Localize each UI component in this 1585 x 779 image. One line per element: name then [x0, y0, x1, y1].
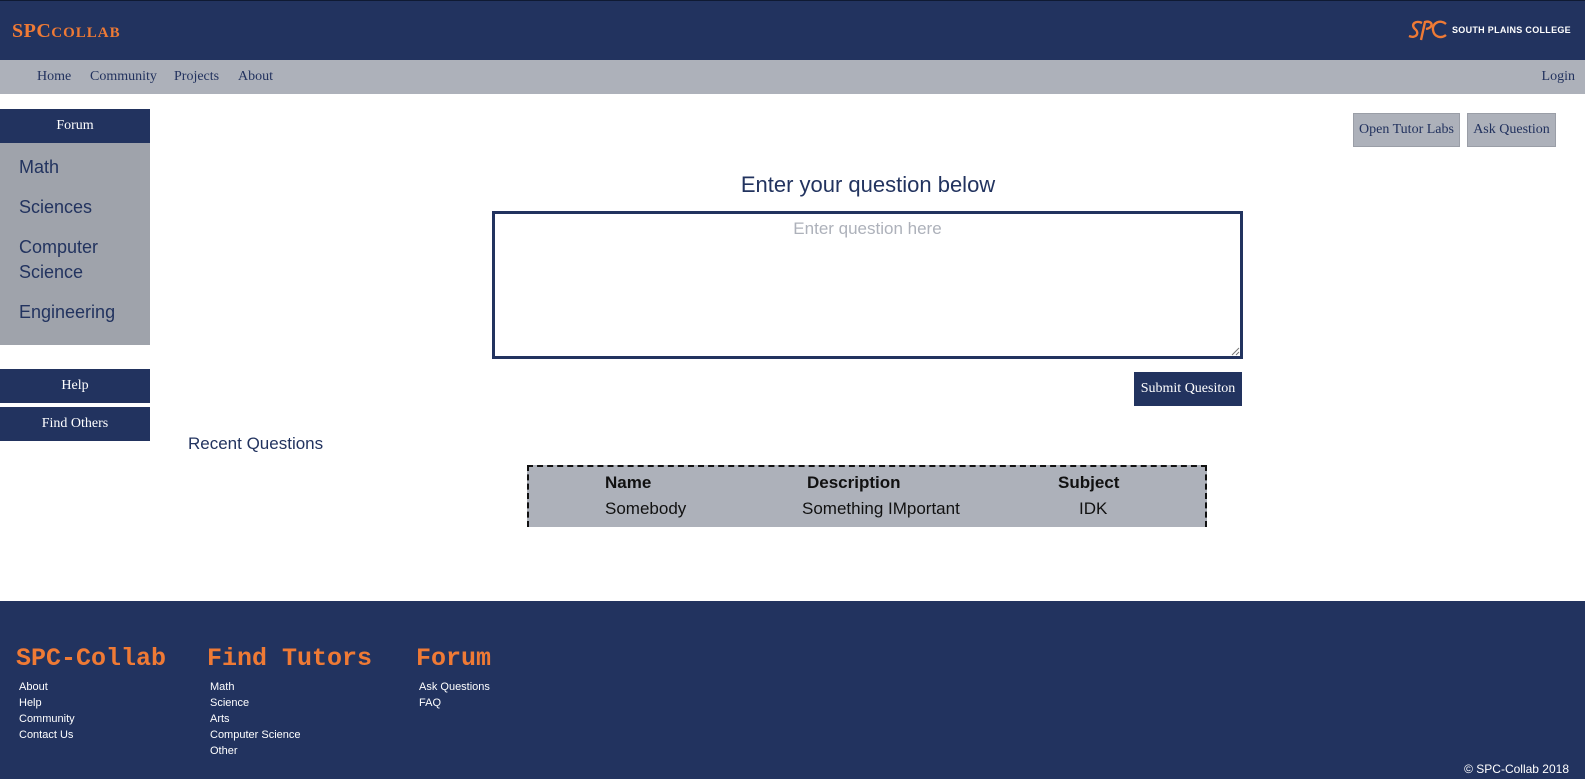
footer-link-arts[interactable]: Arts — [210, 711, 372, 727]
row-subject[interactable]: IDK — [1079, 499, 1107, 519]
forum-sidebar: Forum Math Sciences Computer Science Eng… — [0, 109, 150, 345]
nav-community[interactable]: Community — [90, 69, 157, 85]
footer-title: Find Tutors — [207, 644, 373, 673]
sidebar-item-sciences[interactable]: Sciences — [19, 195, 150, 220]
spc-logo-icon — [1408, 20, 1447, 41]
question-textarea[interactable] — [492, 211, 1243, 359]
footer-link-computer-science[interactable]: Computer Science — [210, 727, 372, 743]
question-heading: Enter your question below — [740, 172, 996, 197]
nav-login[interactable]: Login — [1542, 69, 1575, 85]
footer-column-find-tutors: Find Tutors Math Science Arts Computer S… — [207, 644, 372, 759]
find-others-button[interactable]: Find Others — [0, 407, 150, 441]
footer-link-contact-us[interactable]: Contact Us — [19, 727, 166, 743]
brand-main: SPC — [12, 20, 52, 42]
column-header-subject: Subject — [1058, 473, 1120, 492]
footer-title: SPC-Collab — [16, 644, 167, 673]
open-tutor-labs-button[interactable]: Open Tutor Labs — [1353, 113, 1460, 147]
footer-link-math[interactable]: Math — [210, 679, 372, 695]
college-logo[interactable]: SOUTH PLAINS COLLEGE — [1408, 17, 1571, 43]
footer-column-spc-collab: SPC-Collab About Help Community Contact … — [16, 644, 166, 743]
recent-questions-title: Recent Questions — [188, 434, 324, 453]
recent-questions-table: Name Description Subject Somebody Someth… — [527, 465, 1207, 527]
footer-link-help[interactable]: Help — [19, 695, 166, 711]
footer-title: Forum — [416, 644, 492, 673]
nav-about[interactable]: About — [238, 69, 273, 85]
nav-projects[interactable]: Projects — [174, 69, 219, 85]
subject-list: Math Sciences Computer Science Engineeri… — [0, 143, 150, 345]
help-button[interactable]: Help — [0, 369, 150, 403]
sidebar-item-computer-science[interactable]: Computer Science — [19, 235, 129, 285]
ask-question-button[interactable]: Ask Question — [1467, 113, 1556, 147]
brand-logo[interactable]: SPCCOLLAB — [12, 20, 121, 43]
sidebar-item-math[interactable]: Math — [19, 155, 150, 180]
sidebar-heading[interactable]: Forum — [0, 109, 150, 143]
column-header-description: Description — [807, 473, 901, 492]
brand-small: COLLAB — [51, 25, 121, 41]
nav-home[interactable]: Home — [37, 69, 71, 85]
footer-link-faq[interactable]: FAQ — [419, 695, 491, 711]
footer-link-community[interactable]: Community — [19, 711, 166, 727]
column-header-name: Name — [605, 473, 652, 492]
copyright-text: © SPC-Collab 2018 — [1464, 762, 1569, 776]
site-header: SPCCOLLAB SOUTH PLAINS COLLEGE — [0, 0, 1585, 60]
resize-handle-icon[interactable] — [1231, 347, 1240, 356]
footer-column-forum: Forum Ask Questions FAQ — [416, 644, 491, 711]
college-name: SOUTH PLAINS COLLEGE — [1451, 25, 1571, 35]
submit-question-button[interactable]: Submit Quesiton — [1134, 372, 1242, 406]
footer-link-science[interactable]: Science — [210, 695, 372, 711]
sidebar-item-engineering[interactable]: Engineering — [19, 300, 150, 325]
row-description[interactable]: Something IMportant — [802, 499, 960, 519]
site-footer: SPC-Collab About Help Community Contact … — [0, 601, 1585, 779]
footer-link-about[interactable]: About — [19, 679, 166, 695]
row-name[interactable]: Somebody — [605, 499, 686, 519]
footer-link-ask-questions[interactable]: Ask Questions — [419, 679, 491, 695]
footer-link-other[interactable]: Other — [210, 743, 372, 759]
main-nav: Home Community Projects About Login — [0, 60, 1585, 94]
